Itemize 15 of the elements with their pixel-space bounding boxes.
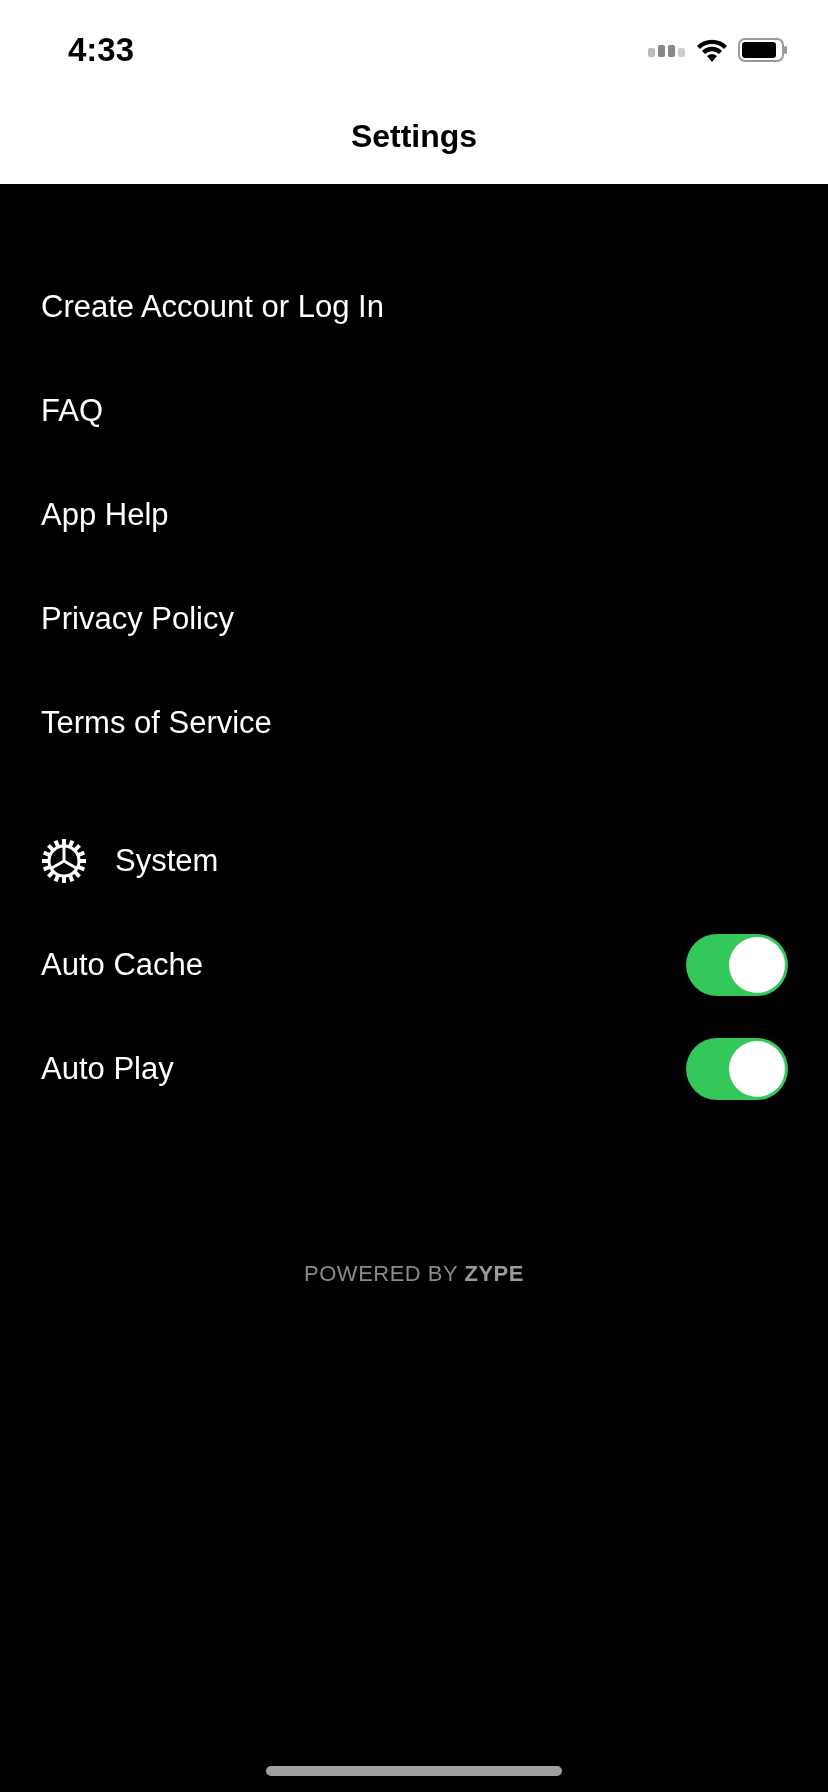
menu-link[interactable]: Create Account or Log In	[0, 255, 828, 359]
battery-icon	[738, 38, 788, 62]
menu-link[interactable]: Terms of Service	[0, 671, 828, 775]
menu-link[interactable]: FAQ	[0, 359, 828, 463]
powered-by-text: POWERED BY ZYPE	[303, 1261, 525, 1287]
signal-icon	[648, 43, 686, 57]
wifi-icon	[696, 38, 728, 62]
gear-icon	[41, 838, 87, 884]
page-title: Settings	[350, 117, 478, 155]
setting-label: Auto Play	[41, 1051, 174, 1087]
section-title: System	[115, 843, 219, 879]
menu-link[interactable]: Privacy Policy	[0, 567, 828, 671]
setting-label: Auto Cache	[41, 947, 203, 983]
status-time: 4:33	[68, 31, 135, 69]
menu-link[interactable]: App Help	[0, 463, 828, 567]
